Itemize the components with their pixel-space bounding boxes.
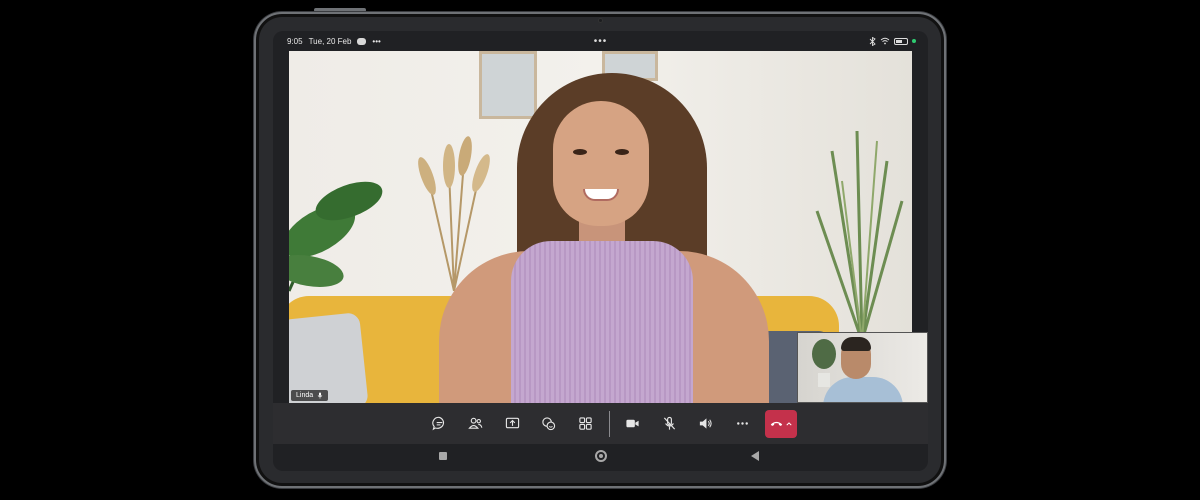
chat-icon xyxy=(432,416,444,431)
share-screen-button[interactable] xyxy=(494,409,531,439)
grid-icon xyxy=(579,417,592,430)
self-view-pot xyxy=(818,373,830,387)
mute-button[interactable] xyxy=(651,409,688,439)
participant-name-tag: Linda xyxy=(291,390,329,401)
hang-up-button[interactable] xyxy=(764,409,797,438)
control-divider xyxy=(608,410,610,437)
mic-icon xyxy=(317,392,323,399)
status-time: 9:05 xyxy=(287,36,303,46)
self-view-video[interactable] xyxy=(797,332,928,403)
more-options-button[interactable] xyxy=(724,409,761,439)
participant-lilac-top xyxy=(511,241,693,403)
participant-face xyxy=(553,101,649,226)
call-control-bar xyxy=(273,403,928,444)
mic-off-icon xyxy=(663,416,675,430)
speaker-icon xyxy=(700,418,712,429)
tablet-screen: 9:05 Tue, 20 Feb ••• ••• Linda xyxy=(273,31,928,471)
bluetooth-icon xyxy=(869,36,876,46)
call-controls xyxy=(421,403,797,444)
status-bar: 9:05 Tue, 20 Feb ••• ••• xyxy=(273,31,928,51)
status-left: 9:05 Tue, 20 Feb ••• xyxy=(287,37,381,46)
recents-button[interactable] xyxy=(439,452,447,460)
wall-picture-left xyxy=(479,51,537,119)
notification-icon xyxy=(357,37,367,45)
view-layout-button[interactable] xyxy=(567,409,604,439)
self-view-plant xyxy=(812,339,836,369)
reactions-button[interactable] xyxy=(531,409,568,439)
chat-button[interactable] xyxy=(421,409,458,439)
status-date: Tue, 20 Feb xyxy=(308,36,352,46)
front-camera xyxy=(598,18,603,23)
speaker-button[interactable] xyxy=(688,409,725,439)
participant-eye-left xyxy=(573,149,587,155)
back-button[interactable] xyxy=(751,451,759,461)
phone-hangup-icon xyxy=(770,421,782,426)
people-icon xyxy=(468,417,483,429)
reactions-icon xyxy=(542,417,556,431)
chevron-up-icon[interactable] xyxy=(785,421,792,427)
android-nav-bar xyxy=(273,444,928,471)
video-camera-icon xyxy=(626,419,639,428)
plant-left-image xyxy=(289,181,383,292)
camera-button[interactable] xyxy=(615,409,652,439)
participant-name: Linda xyxy=(296,392,314,399)
participant-eye-right xyxy=(615,149,629,155)
privacy-indicator-icon xyxy=(912,39,916,43)
battery-icon xyxy=(894,37,908,45)
status-more-dots: ••• xyxy=(372,36,381,46)
status-right xyxy=(869,36,916,46)
wifi-icon xyxy=(880,37,890,45)
people-button[interactable] xyxy=(458,409,495,439)
share-screen-icon xyxy=(505,417,519,429)
self-view-hair xyxy=(841,337,871,351)
home-button[interactable] xyxy=(595,450,607,462)
more-horizontal-icon xyxy=(736,422,748,425)
multitask-indicator[interactable]: ••• xyxy=(594,36,608,47)
